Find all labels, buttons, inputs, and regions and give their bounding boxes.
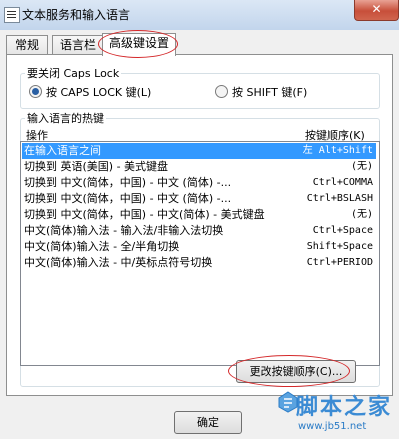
tab-advanced-key-settings[interactable]: 高级键设置 bbox=[102, 33, 176, 56]
close-button[interactable]: ✕ bbox=[354, 0, 399, 21]
list-item[interactable]: 切换到 英语(美国) - 美式键盘 (无) bbox=[22, 159, 376, 175]
radio-unselected-icon bbox=[215, 85, 228, 98]
change-key-sequence-button[interactable]: 更改按键顺序(C)... bbox=[236, 360, 356, 383]
list-item[interactable]: 中文(简体)输入法 - 输入法/非输入法切换 Ctrl+Space bbox=[22, 223, 376, 239]
radio-caps-lock-label: 按 CAPS LOCK 键(L) bbox=[46, 86, 152, 99]
hotkey-key: Ctrl+PERIOD bbox=[306, 257, 373, 268]
hotkey-legend: 输入语言的热键 bbox=[27, 112, 104, 125]
tab-general[interactable]: 常规 bbox=[6, 35, 48, 55]
list-item[interactable]: 切换到 中文(简体，中国) - 中文 (简体) -... Ctrl+COMMA bbox=[22, 175, 376, 191]
dialog-window: 文本服务和输入语言 ✕ 常规 语言栏 高级键设置 要关闭 Caps Lock 按… bbox=[0, 0, 399, 439]
hotkey-action: 中文(简体)输入法 - 中/英标点符号切换 bbox=[24, 256, 213, 269]
window-title: 文本服务和输入语言 bbox=[22, 8, 131, 22]
app-icon bbox=[4, 7, 20, 23]
hotkey-action: 切换到 中文(简体，中国) - 中文(简体) - 美式键盘 bbox=[24, 208, 265, 221]
hotkey-key: Shift+Space bbox=[306, 241, 373, 252]
radio-shift-label: 按 SHIFT 键(F) bbox=[232, 86, 308, 99]
list-item[interactable]: 中文(简体)输入法 - 全/半角切换 Shift+Space bbox=[22, 239, 376, 255]
hotkey-key: (无) bbox=[350, 161, 373, 172]
watermark: 脚本之家 www.jb51.net bbox=[276, 383, 399, 439]
hotkey-action: 中文(简体)输入法 - 全/半角切换 bbox=[24, 240, 180, 253]
tab-language-bar[interactable]: 语言栏 bbox=[52, 35, 104, 55]
radio-selected-icon bbox=[29, 85, 42, 98]
list-item[interactable]: 切换到 中文(简体，中国) - 中文(简体) - 美式键盘 (无) bbox=[22, 207, 376, 223]
list-item[interactable]: 在输入语言之间 左 Alt+Shift bbox=[22, 143, 376, 159]
radio-caps-lock[interactable]: 按 CAPS LOCK 键(L) bbox=[29, 84, 151, 100]
hotkey-action: 切换到 中文(简体，中国) - 中文 (简体) -... bbox=[24, 176, 232, 189]
list-item[interactable]: 切换到 中文(简体，中国) - 中文 (简体) -... Ctrl+BSLASH bbox=[22, 191, 376, 207]
hotkey-action: 中文(简体)输入法 - 输入法/非输入法切换 bbox=[24, 224, 224, 237]
hotkey-list[interactable]: 在输入语言之间 左 Alt+Shift 切换到 英语(美国) - 美式键盘 (无… bbox=[20, 141, 380, 366]
hotkey-key: (无) bbox=[350, 209, 373, 220]
close-icon: ✕ bbox=[371, 2, 382, 16]
watermark-url: www.jb51.net bbox=[298, 421, 367, 432]
hotkey-key: Ctrl+COMMA bbox=[312, 177, 373, 188]
watermark-logo-icon bbox=[278, 391, 298, 413]
hotkey-action: 在输入语言之间 bbox=[24, 144, 101, 157]
ok-button[interactable]: 确定 bbox=[174, 411, 242, 434]
caps-lock-legend: 要关闭 Caps Lock bbox=[27, 67, 120, 80]
title-bar[interactable]: 文本服务和输入语言 ✕ bbox=[0, 0, 399, 30]
hotkey-key: 左 Alt+Shift bbox=[302, 145, 373, 156]
hotkey-key: Ctrl+Space bbox=[312, 225, 373, 236]
hotkey-action: 切换到 中文(简体，中国) - 中文 (简体) -... bbox=[24, 192, 232, 205]
hotkey-key: Ctrl+BSLASH bbox=[306, 193, 373, 204]
watermark-text: 脚本之家 bbox=[296, 395, 393, 420]
radio-shift[interactable]: 按 SHIFT 键(F) bbox=[215, 84, 307, 100]
hotkey-action: 切换到 英语(美国) - 美式键盘 bbox=[24, 160, 169, 173]
list-item[interactable]: 中文(简体)输入法 - 中/英标点符号切换 Ctrl+PERIOD bbox=[22, 255, 376, 271]
